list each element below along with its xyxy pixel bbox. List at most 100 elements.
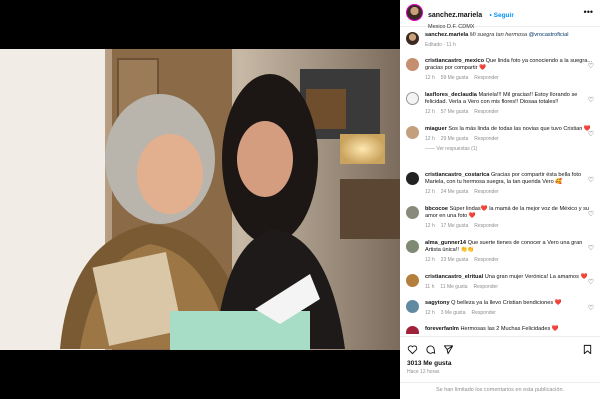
comment-username[interactable]: cristiancastro_elritual — [425, 274, 483, 280]
comment-time: 12 h — [425, 189, 435, 196]
comment-meta: 12 h 3 Me gusta Responder — [425, 310, 593, 317]
comment-time: 11 h — [425, 284, 435, 291]
comment-username[interactable]: lasflores_declaudia — [425, 92, 477, 98]
comment-body: cristiancastro_mexico Que linda foto ya … — [425, 58, 593, 83]
comment-likes[interactable]: 11 Me gusta — [440, 284, 467, 290]
heart-icon[interactable]: ♡ — [588, 278, 594, 286]
comment-avatar[interactable] — [406, 172, 419, 185]
comment-time: 12 h — [425, 136, 435, 143]
comment-row: foreverfanlm Hermosas las 2 Muchas Felic… — [400, 326, 600, 334]
caption-username[interactable]: sanchez.mariela — [425, 32, 468, 38]
comment-avatar[interactable] — [406, 92, 419, 105]
view-replies-label[interactable]: Ver respuestas (1) — [436, 146, 477, 152]
comment-body: miaguer Sos la más linda de todas las no… — [425, 126, 593, 154]
reply-button[interactable]: Responder — [474, 109, 498, 115]
reply-button[interactable]: Responder — [471, 310, 495, 316]
comment-icon[interactable] — [425, 344, 436, 355]
comment-body: lasflores_declaudia Mariela!!! Mil graci… — [425, 92, 593, 117]
view-replies-button[interactable]: —— Ver respuestas (1) — [425, 146, 593, 153]
reply-button[interactable]: Responder — [474, 189, 498, 195]
post-time: Hace 12 horas — [407, 369, 440, 375]
comment-username[interactable]: foreverfanlm — [425, 326, 459, 332]
comment-avatar[interactable] — [406, 58, 419, 71]
bookmark-icon[interactable] — [582, 344, 593, 355]
comment-time: 12 h — [425, 75, 435, 82]
comment-meta: 12 h 57 Me gusta Responder — [425, 109, 593, 116]
comment-avatar[interactable] — [406, 126, 419, 139]
comments-list[interactable]: sanchez.mariela Mi suegra tan hermosa @v… — [400, 28, 600, 334]
comment-avatar[interactable] — [406, 326, 419, 334]
action-bar: 3013 Me gusta Hace 12 horas — [400, 336, 600, 375]
comment-meta: 12 h 29 Me gusta Responder — [425, 136, 593, 143]
post-photo[interactable] — [0, 49, 400, 350]
heart-icon[interactable]: ♡ — [588, 176, 594, 184]
comment-body: cristiancastro_costarica Gracias por com… — [425, 172, 593, 197]
action-icons — [407, 342, 593, 356]
reply-button[interactable]: Responder — [474, 136, 498, 142]
comment-avatar[interactable] — [406, 274, 419, 287]
comment-likes[interactable]: 17 Me gusta — [441, 223, 469, 229]
comment-time: 12 h — [425, 257, 435, 264]
comment-meta: 12 h 17 Me gusta Responder — [425, 223, 593, 230]
share-icon[interactable] — [443, 344, 454, 355]
comment-username[interactable]: cristiancastro_costarica — [425, 172, 489, 178]
comment-row: sagytony Q belleza ya la llevo Cristian … — [400, 300, 600, 317]
comment-meta: 12 h 23 Me gusta Responder — [425, 257, 593, 264]
comment-username[interactable]: alma_gunner14 — [425, 240, 466, 246]
comment-time: 12 h — [425, 109, 435, 116]
heart-icon[interactable]: ♡ — [588, 210, 594, 218]
reply-button[interactable]: Responder — [474, 257, 498, 263]
author-avatar[interactable] — [406, 4, 423, 21]
reply-button[interactable]: Responder — [474, 75, 498, 81]
likes-count[interactable]: 3013 Me gusta — [407, 360, 593, 367]
comment-time: 12 h — [425, 223, 435, 230]
heart-icon[interactable]: ♡ — [588, 304, 594, 312]
comment-text: Hermosas las 2 Muchas Felicidades ❤️ — [460, 326, 559, 332]
comments-limited-notice: Se han limitado los comentarios en esta … — [400, 382, 600, 393]
comment-likes[interactable]: 3 Me gusta — [441, 310, 466, 316]
comment-username[interactable]: bbcocoe — [425, 206, 448, 212]
caption-meta: Editado · 11 h — [425, 42, 456, 49]
comment-username[interactable]: sagytony — [425, 300, 450, 306]
comment-text: Una gran mujer Verónica! La amamos ❤️ — [484, 274, 588, 280]
comment-body: sagytony Q belleza ya la llevo Cristian … — [425, 300, 593, 317]
comment-body: bbcocoe Súper lindas❤️ la mamá de la mej… — [425, 206, 593, 231]
comment-likes[interactable]: 23 Me gusta — [441, 257, 469, 263]
heart-icon[interactable] — [407, 344, 418, 355]
caption-mention[interactable]: @vrocastroficial — [529, 32, 569, 38]
comment-body: alma_gunner14 Que suerte tienes de conoc… — [425, 240, 593, 265]
comment-likes[interactable]: 57 Me gusta — [441, 109, 469, 115]
caption-body: Mi suegra tan hermosa — [469, 32, 528, 38]
caption-text: sanchez.mariela Mi suegra tan hermosa @v… — [425, 32, 593, 49]
comment-meta: 11 h 11 Me gusta Responder — [425, 284, 593, 291]
reply-button[interactable]: Responder — [474, 223, 498, 229]
caption-avatar[interactable] — [406, 32, 419, 45]
comment-username[interactable]: cristiancastro_mexico — [425, 58, 484, 64]
comment-likes[interactable]: 59 Me gusta — [441, 75, 469, 81]
comment-avatar[interactable] — [406, 240, 419, 253]
author-username[interactable]: sanchez.mariela — [428, 12, 482, 19]
comment-likes[interactable]: 24 Me gusta — [441, 189, 469, 195]
comment-row: cristiancastro_costarica Gracias por com… — [400, 172, 600, 197]
comment-avatar[interactable] — [406, 300, 419, 313]
comment-row: cristiancastro_mexico Que linda foto ya … — [400, 58, 600, 83]
comment-row: bbcocoe Súper lindas❤️ la mamá de la mej… — [400, 206, 600, 231]
comment-meta: 12 h 24 Me gusta Responder — [425, 189, 593, 196]
heart-icon[interactable]: ♡ — [588, 244, 594, 252]
follow-label[interactable]: Seguir — [494, 12, 514, 19]
comment-body: cristiancastro_elritual Una gran mujer V… — [425, 274, 593, 291]
post-viewer: sanchez.mariela • Seguir Mexico D.F. CDM… — [0, 0, 600, 399]
heart-icon[interactable]: ♡ — [588, 96, 594, 104]
more-icon[interactable]: ••• — [584, 7, 593, 17]
heart-icon[interactable]: ♡ — [588, 62, 594, 70]
comment-row: alma_gunner14 Que suerte tienes de conoc… — [400, 240, 600, 265]
reply-button[interactable]: Responder — [474, 284, 498, 290]
heart-icon[interactable]: ♡ — [588, 130, 594, 138]
follow-button[interactable]: • Seguir — [490, 12, 514, 19]
post-header: sanchez.mariela • Seguir Mexico D.F. CDM… — [400, 0, 600, 30]
caption: sanchez.mariela Mi suegra tan hermosa @v… — [400, 32, 600, 49]
comment-avatar[interactable] — [406, 206, 419, 219]
comment-username[interactable]: miaguer — [425, 126, 447, 132]
comment-likes[interactable]: 29 Me gusta — [441, 136, 469, 142]
comment-text: Súper lindas❤️ la mamá de la mejor voz d… — [425, 206, 589, 220]
